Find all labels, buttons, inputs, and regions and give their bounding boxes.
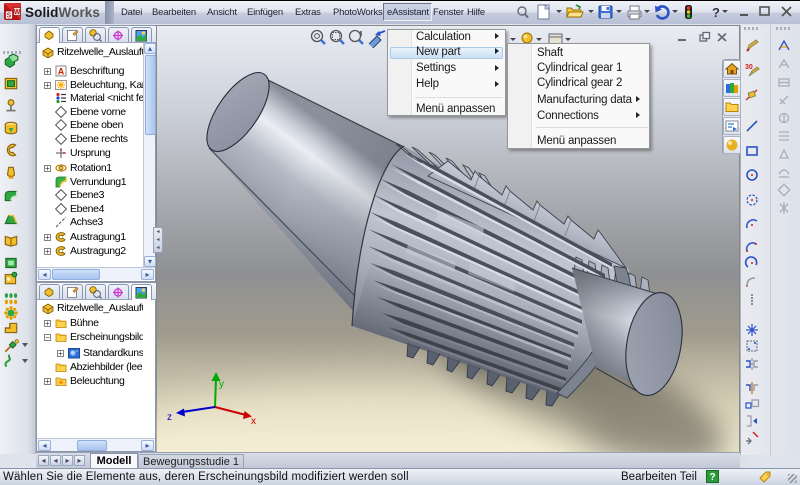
svg-text:A: A: [58, 67, 65, 77]
svg-text:z: z: [167, 412, 172, 423]
svg-text:30: 30: [745, 64, 753, 71]
svg-text:y: y: [219, 379, 224, 390]
svg-text:x: x: [251, 416, 256, 427]
